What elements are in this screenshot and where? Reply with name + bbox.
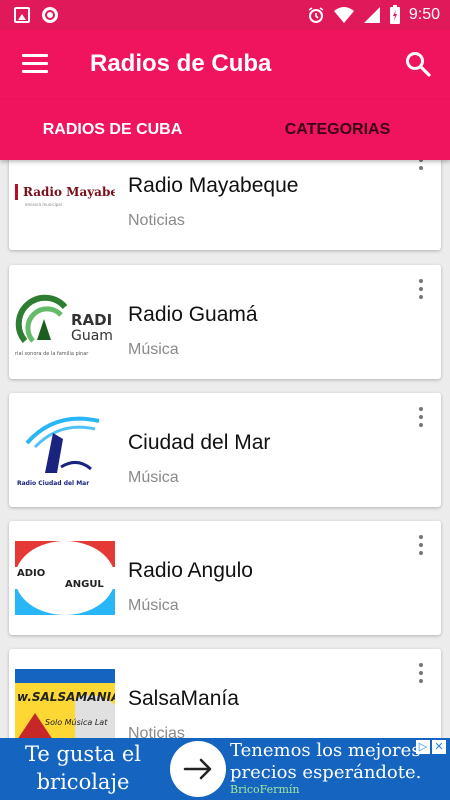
menu-button[interactable] xyxy=(22,54,48,76)
station-card[interactable]: Radio Mayabeq emisora municipal Radio Ma… xyxy=(9,160,441,250)
svg-text:Radio Ciudad del Mar: Radio Ciudad del Mar xyxy=(17,480,89,487)
svg-text:RADI: RADI xyxy=(71,311,112,329)
more-options-icon[interactable] xyxy=(413,663,429,687)
station-list: Radio Mayabeq emisora municipal Radio Ma… xyxy=(0,160,450,738)
app-title: Radios de Cuba xyxy=(90,50,272,77)
more-options-icon[interactable] xyxy=(413,535,429,559)
ad-brand: BricoFermín xyxy=(230,783,300,796)
ad-headline: Te gusta el bricolaje xyxy=(24,742,141,794)
svg-text:ANGUL: ANGUL xyxy=(65,579,104,590)
signal-icon xyxy=(363,7,380,23)
station-logo: Radio Mayabeq emisora municipal xyxy=(15,160,115,230)
station-logo: RADI Guam rial sonora de la familia pina… xyxy=(15,285,115,359)
ad-arrow-button[interactable] xyxy=(170,741,226,797)
tab-categorias[interactable]: CATEGORIAS xyxy=(225,100,450,160)
tab-bar: RADIOS DE CUBA CATEGORIAS xyxy=(0,100,450,160)
svg-text:Radio Mayabeq: Radio Mayabeq xyxy=(23,185,115,199)
image-notification-icon xyxy=(14,7,30,23)
more-options-icon[interactable] xyxy=(413,160,429,174)
ad-banner[interactable]: Te gusta el bricolaje Tenemos los mejore… xyxy=(0,738,450,800)
search-icon[interactable] xyxy=(404,50,432,78)
status-bar: 9:50 xyxy=(0,0,450,30)
tab-radios-de-cuba[interactable]: RADIOS DE CUBA xyxy=(0,100,225,160)
station-name: Ciudad del Mar xyxy=(128,431,271,454)
station-logo: Radio Ciudad del Mar xyxy=(15,413,115,487)
station-card[interactable]: w.SALSAMANIA.T Solo Música Lat SalsaManí… xyxy=(9,649,441,738)
station-category: Música xyxy=(128,341,179,358)
station-name: Radio Angulo xyxy=(128,559,253,582)
svg-text:ADIO: ADIO xyxy=(17,568,45,579)
station-name: Radio Guamá xyxy=(128,303,258,326)
hamburger-icon xyxy=(22,54,48,57)
app-bar: Radios de Cuba xyxy=(0,30,450,100)
station-name: SalsaManía xyxy=(128,687,239,710)
station-category: Noticias xyxy=(128,212,185,229)
more-options-icon[interactable] xyxy=(413,279,429,303)
status-time: 9:50 xyxy=(408,6,440,23)
ad-close-icon[interactable]: ✕ xyxy=(432,740,446,754)
station-card[interactable]: ADIO ANGUL Radio Angulo Música xyxy=(9,521,441,635)
record-notification-icon xyxy=(42,7,58,23)
svg-text:Solo Música Lat: Solo Música Lat xyxy=(45,718,108,727)
station-name: Radio Mayabeque xyxy=(128,174,299,197)
svg-text:w.SALSAMANIA.T: w.SALSAMANIA.T xyxy=(17,690,115,704)
station-card[interactable]: Radio Ciudad del Mar Ciudad del Mar Músi… xyxy=(9,393,441,507)
station-category: Noticias xyxy=(128,725,185,738)
svg-text:emisora municipal: emisora municipal xyxy=(25,202,62,207)
wifi-icon xyxy=(333,7,354,23)
svg-text:Guam: Guam xyxy=(71,328,113,344)
battery-icon xyxy=(389,5,400,24)
station-category: Música xyxy=(128,469,179,486)
alarm-icon xyxy=(308,7,324,23)
arrow-right-icon xyxy=(183,758,212,780)
station-logo: w.SALSAMANIA.T Solo Música Lat xyxy=(15,669,115,738)
svg-text:rial sonora de la familia pina: rial sonora de la familia pinar xyxy=(15,351,89,357)
station-logo: ADIO ANGUL xyxy=(15,541,115,615)
station-card[interactable]: RADI Guam rial sonora de la familia pina… xyxy=(9,265,441,379)
ad-info-icon[interactable]: ▷ xyxy=(416,740,430,754)
station-category: Música xyxy=(128,597,179,614)
more-options-icon[interactable] xyxy=(413,407,429,431)
